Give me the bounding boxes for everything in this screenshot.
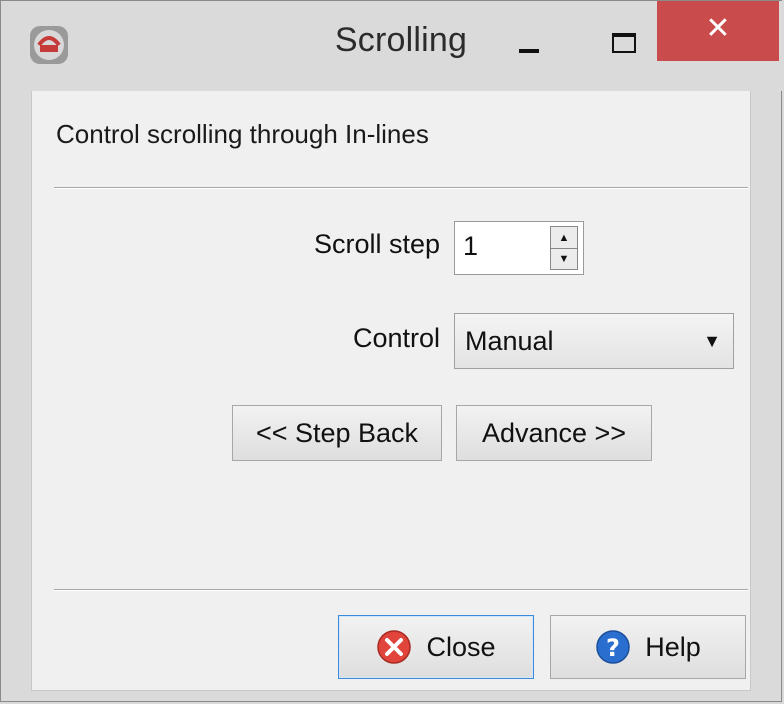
close-button[interactable]: Close — [338, 615, 534, 679]
minimize-button[interactable] — [501, 21, 557, 65]
help-icon: ? — [596, 630, 630, 664]
spinner-down-icon[interactable]: ▼ — [551, 248, 577, 269]
cancel-icon — [377, 630, 412, 664]
close-icon: ✕ — [705, 12, 731, 45]
step-back-button[interactable]: << Step Back — [232, 405, 442, 461]
maximize-icon — [612, 33, 636, 53]
close-window-button[interactable]: ✕ — [657, 1, 779, 61]
bottom-divider — [54, 589, 748, 591]
advance-button[interactable]: Advance >> — [456, 405, 652, 461]
scroll-step-value[interactable]: 1 — [463, 231, 478, 262]
control-selected-value: Manual — [465, 326, 554, 356]
scroll-step-label: Scroll step — [313, 229, 440, 259]
chevron-down-icon: ▼ — [703, 331, 721, 351]
spinner-buttons: ▲ ▼ — [550, 226, 578, 270]
control-dropdown[interactable]: Manual ▼ — [454, 313, 734, 369]
dialog-description: Control scrolling through In-lines — [56, 119, 429, 149]
close-button-label: Close — [426, 631, 496, 662]
help-button-label: Help — [645, 631, 701, 662]
spinner-up-icon[interactable]: ▲ — [551, 227, 577, 249]
control-label: Control — [352, 323, 440, 353]
scrolling-dialog: Scrolling ✕ Control scrolling through In… — [0, 0, 783, 702]
maximize-button[interactable] — [593, 21, 655, 65]
help-button[interactable]: ? Help — [550, 615, 746, 679]
scroll-step-spinner[interactable]: 1 ▲ ▼ — [454, 221, 584, 275]
svg-text:?: ? — [606, 634, 620, 662]
title-bar[interactable]: Scrolling ✕ — [1, 1, 783, 91]
dialog-content: Control scrolling through In-lines Scrol… — [31, 91, 751, 691]
top-divider — [54, 187, 748, 189]
minimize-icon — [519, 49, 539, 53]
